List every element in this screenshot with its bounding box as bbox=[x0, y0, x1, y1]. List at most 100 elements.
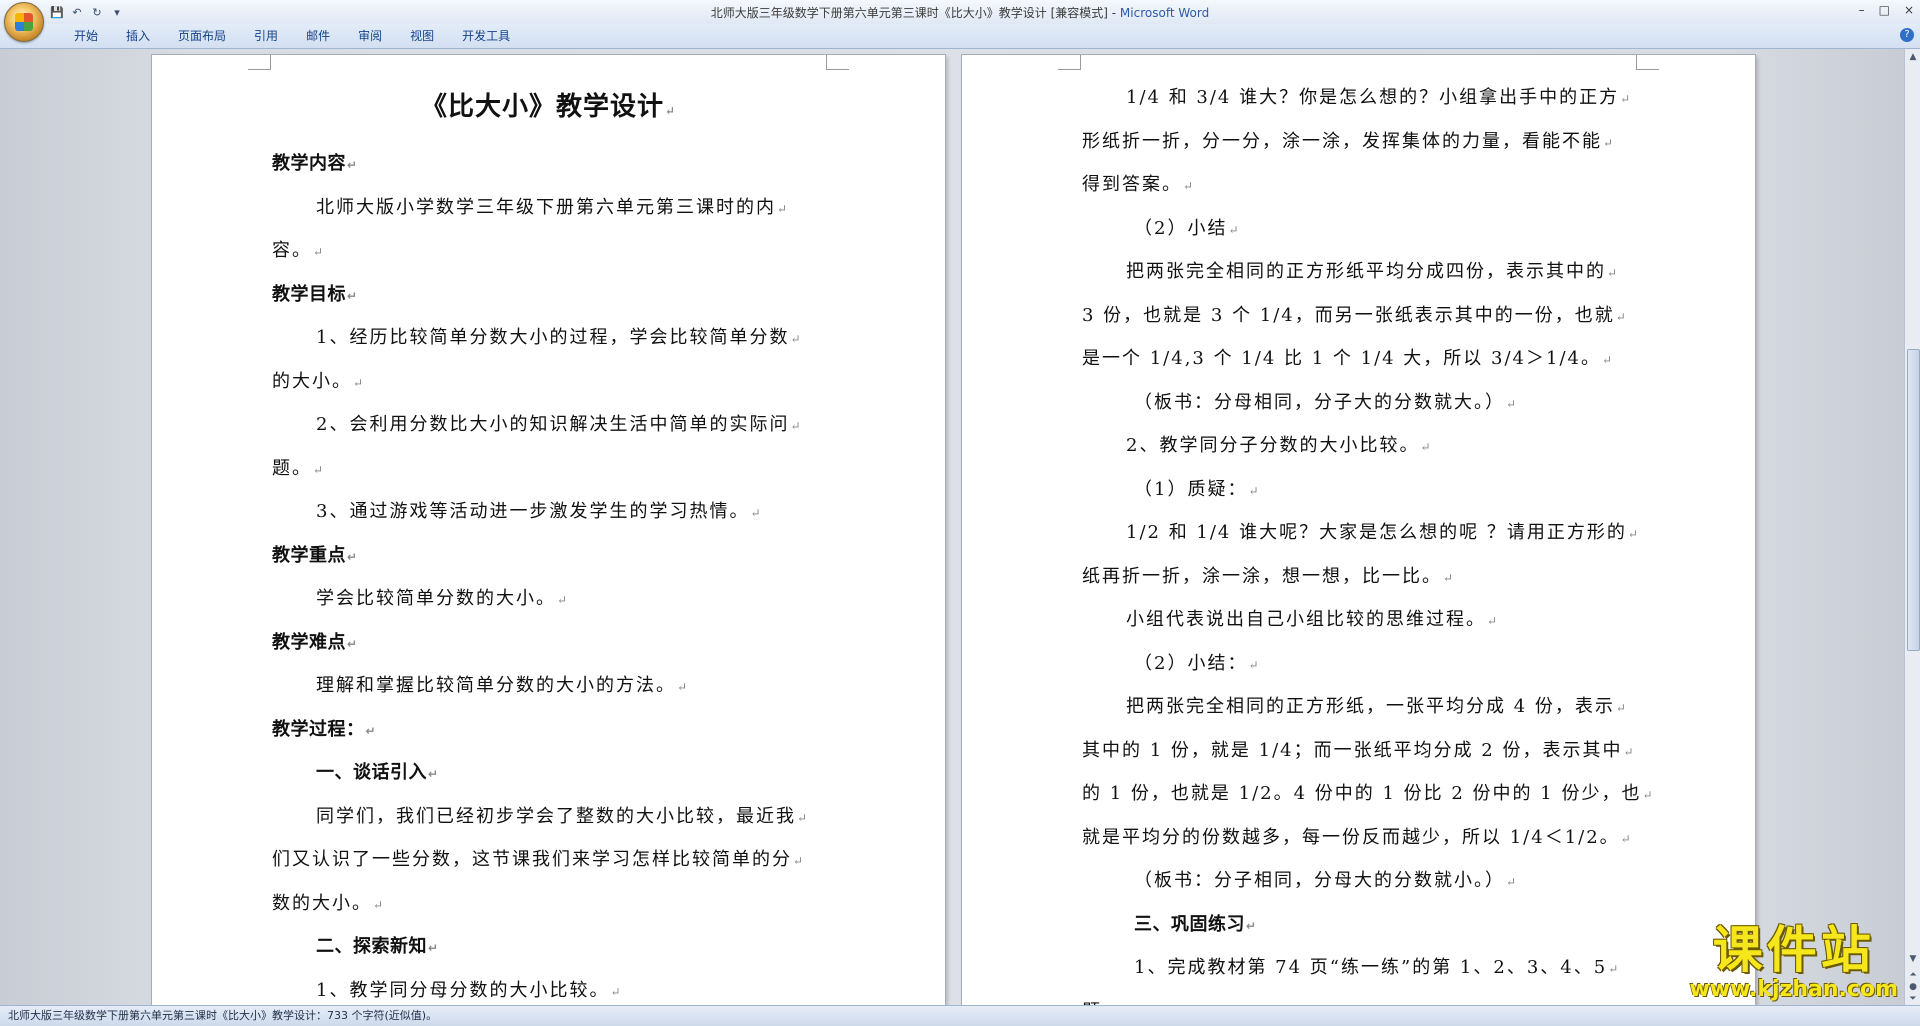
scrollbar-thumb[interactable] bbox=[1907, 349, 1920, 651]
browse-object-icon[interactable]: ● bbox=[1907, 981, 1919, 993]
line-text: 容。 bbox=[272, 240, 312, 261]
paragraph-line: 2、会利用分数比大小的知识解决生活中简单的实际问↵ bbox=[272, 404, 825, 448]
maximize-button[interactable]: □ bbox=[1879, 3, 1890, 17]
paragraph-line: 1、完成教材第 74 页“练一练”的第 1、2、3、4、5↵ bbox=[1082, 947, 1635, 991]
title-bar: 💾 ↶ ↻ ▾ 北师大版三年级数学下册第六单元第三课时《比大小》教学设计 [兼容模式]… bbox=[0, 0, 1920, 42]
scroll-up-icon[interactable]: ▲ bbox=[1907, 51, 1919, 63]
ribbon: 开始 插入 页面布局 引用 邮件 审阅 视图 开发工具 ? bbox=[0, 24, 1920, 49]
tab-3[interactable]: 引用 bbox=[240, 28, 292, 44]
paragraph-line: 1、经历比较简单分数大小的过程，学会比较简单分数↵ bbox=[272, 317, 825, 361]
line-text: 学会比较简单分数的大小。 bbox=[316, 588, 556, 609]
scroll-down-icon[interactable]: ▼ bbox=[1907, 953, 1919, 965]
line-text: 一、谈话引入 bbox=[316, 762, 427, 783]
line-text: 把两张完全相同的正方形纸平均分成四份，表示其中的 bbox=[1126, 261, 1606, 282]
paragraph-line: 学会比较简单分数的大小。↵ bbox=[272, 578, 825, 622]
paragraph-line: 数的大小。↵ bbox=[272, 883, 825, 927]
section-heading: 教学难点↵ bbox=[272, 622, 825, 666]
paragraph-mark-icon: ↵ bbox=[347, 288, 358, 303]
section-heading: 二、探索新知↵ bbox=[272, 926, 825, 970]
paragraph-line: 的大小。↵ bbox=[272, 361, 825, 405]
section-heading: 一、谈话引入↵ bbox=[272, 752, 825, 796]
line-text: 是一个 1/4,3 个 1/4 比 1 个 1/4 大，所以 3/4＞1/4。 bbox=[1082, 348, 1601, 369]
tab-5[interactable]: 审阅 bbox=[344, 28, 396, 44]
paragraph-line: （1）质疑：↵ bbox=[1082, 469, 1635, 513]
help-icon[interactable]: ? bbox=[1900, 28, 1914, 42]
paragraph-line: （板书：分子相同，分母大的分数就小。）↵ bbox=[1082, 860, 1635, 904]
paragraph-mark-icon: ↵ bbox=[1506, 875, 1519, 889]
paragraph-line: 把两张完全相同的正方形纸，一张平均分成 4 份，表示↵ bbox=[1082, 686, 1635, 730]
line-text: 的 1 份，也就是 1/2。4 份中的 1 份比 2 份中的 1 份少，也 bbox=[1082, 783, 1642, 804]
paragraph-mark-icon: ↵ bbox=[313, 462, 326, 477]
office-logo-icon bbox=[15, 13, 33, 31]
page-content[interactable]: 1/4 和 3/4 谁大？你是怎么想的？小组拿出手中的正方↵ 形纸折一折，分一分，… bbox=[1082, 77, 1653, 1005]
paragraph-mark-icon: ↵ bbox=[1620, 92, 1633, 106]
paragraph-mark-icon: ↵ bbox=[1615, 309, 1628, 324]
document-title: 北师大版三年级数学下册第六单元第三课时《比大小》教学设计 [兼容模式] - bbox=[710, 6, 1120, 20]
line-text: （2）小结： bbox=[1134, 652, 1248, 674]
line-text: 教学内容 bbox=[272, 153, 346, 174]
paragraph-line: 1、教学同分母分数的大小比较。↵ bbox=[272, 970, 825, 1006]
line-text: 3 份，也就是 3 个 1/4，而另一张纸表示其中的一份，也就 bbox=[1082, 304, 1615, 326]
paragraph-line: 得到答案。↵ bbox=[1082, 164, 1635, 208]
next-page-icon[interactable]: ⏷ bbox=[1907, 993, 1919, 1005]
paragraph-line: 的 1 份，也就是 1/2。4 份中的 1 份比 2 份中的 1 份少，也↵ bbox=[1082, 773, 1653, 817]
paragraph-mark-icon: ↵ bbox=[750, 506, 763, 520]
paragraph-mark-icon: ↵ bbox=[1248, 657, 1261, 672]
paragraph-mark-icon: ↵ bbox=[1443, 570, 1456, 585]
tab-4[interactable]: 邮件 bbox=[292, 28, 344, 44]
paragraph-mark-icon: ↵ bbox=[1607, 266, 1620, 280]
paragraph-mark-icon: ↵ bbox=[1183, 179, 1196, 193]
paragraph-line: 3、通过游戏等活动进一步激发学生的学习热情。↵ bbox=[272, 491, 825, 535]
status-bar: 北师大版三年级数学下册第六单元第三课时《比大小》教学设计：733 个字符(近似值… bbox=[0, 1005, 1920, 1026]
paragraph-line: （2）小结↵ bbox=[1082, 208, 1635, 252]
paragraph-line: 把两张完全相同的正方形纸平均分成四份，表示其中的↵ bbox=[1082, 251, 1635, 295]
page-content[interactable]: 《比大小》教学设计↵ 教学内容↵ 北师大版小学数学三年级下册第六单元第三课时的内↵… bbox=[272, 85, 825, 1005]
line-text: 3、通过游戏等活动进一步激发学生的学习热情。 bbox=[316, 501, 750, 522]
crop-mark bbox=[1058, 55, 1081, 70]
previous-page-icon[interactable]: ⏶ bbox=[1907, 969, 1919, 981]
paragraph-mark-icon: ↵ bbox=[790, 419, 803, 433]
site-watermark: 课件站 www.kjzhan.com bbox=[1689, 922, 1898, 1002]
line-text: 教学过程： bbox=[272, 718, 365, 740]
paragraph-mark-icon: ↵ bbox=[1246, 918, 1257, 933]
line-text: 1、经历比较简单分数大小的过程，学会比较简单分数 bbox=[316, 327, 790, 348]
page-left[interactable]: 《比大小》教学设计↵ 教学内容↵ 北师大版小学数学三年级下册第六单元第三课时的内↵… bbox=[152, 55, 945, 1005]
crop-mark bbox=[248, 55, 271, 70]
close-button[interactable]: × bbox=[1904, 3, 1914, 17]
line-text: （板书：分母相同，分子大的分数就大。） bbox=[1134, 391, 1505, 413]
paragraph-mark-icon: ↵ bbox=[1228, 222, 1241, 237]
line-text: （2）小结 bbox=[1134, 217, 1228, 239]
line-text: 理解和掌握比较简单分数的大小的方法。 bbox=[316, 675, 676, 696]
paragraph-line: 们又认识了一些分数，这节课我们来学习怎样比较简单的分↵ bbox=[272, 839, 825, 883]
tab-1[interactable]: 插入 bbox=[112, 28, 164, 44]
paragraph-mark-icon: ↵ bbox=[1420, 440, 1433, 454]
crop-mark bbox=[826, 55, 849, 70]
window-title: 北师大版三年级数学下册第六单元第三课时《比大小》教学设计 [兼容模式] - Mi… bbox=[0, 4, 1920, 21]
line-text: 2、会利用分数比大小的知识解决生活中简单的实际问 bbox=[316, 414, 790, 435]
crop-mark bbox=[1636, 55, 1659, 70]
page-right[interactable]: 1/4 和 3/4 谁大？你是怎么想的？小组拿出手中的正方↵ 形纸折一折，分一分，… bbox=[962, 55, 1755, 1005]
paragraph-line: 是一个 1/4,3 个 1/4 比 1 个 1/4 大，所以 3/4＞1/4。↵ bbox=[1082, 338, 1635, 382]
line-text: 三、巩固练习 bbox=[1134, 913, 1245, 935]
paragraph-mark-icon: ↵ bbox=[790, 332, 803, 346]
tab-2[interactable]: 页面布局 bbox=[164, 28, 240, 44]
section-heading: 三、巩固练习↵ bbox=[1082, 904, 1635, 948]
window-controls: – □ × bbox=[1859, 3, 1914, 17]
line-text: 题。 bbox=[272, 457, 312, 479]
section-heading: 教学过程：↵ bbox=[272, 709, 825, 753]
status-text: 北师大版三年级数学下册第六单元第三课时《比大小》教学设计：733 个字符(近似值… bbox=[8, 1009, 438, 1022]
paragraph-line: 2、教学同分子分数的大小比较。↵ bbox=[1082, 425, 1635, 469]
line-text: 教学目标 bbox=[272, 283, 346, 305]
tab-7[interactable]: 开发工具 bbox=[448, 28, 524, 44]
tab-0[interactable]: 开始 bbox=[60, 28, 112, 44]
paragraph-mark-icon: ↵ bbox=[313, 245, 326, 259]
tab-6[interactable]: 视图 bbox=[396, 28, 448, 44]
paragraph-mark-icon: ↵ bbox=[365, 723, 377, 738]
app-name: Microsoft Word bbox=[1119, 6, 1210, 20]
document-area[interactable]: 《比大小》教学设计↵ 教学内容↵ 北师大版小学数学三年级下册第六单元第三课时的内↵… bbox=[0, 49, 1904, 1005]
vertical-scrollbar[interactable]: ▲ ▼ ⏶ ● ⏷ bbox=[1904, 49, 1920, 1005]
office-button[interactable] bbox=[4, 2, 44, 42]
paragraph-mark-icon: ↵ bbox=[373, 897, 386, 912]
paragraph-mark-icon: ↵ bbox=[1601, 353, 1615, 367]
minimize-button[interactable]: – bbox=[1859, 3, 1865, 17]
